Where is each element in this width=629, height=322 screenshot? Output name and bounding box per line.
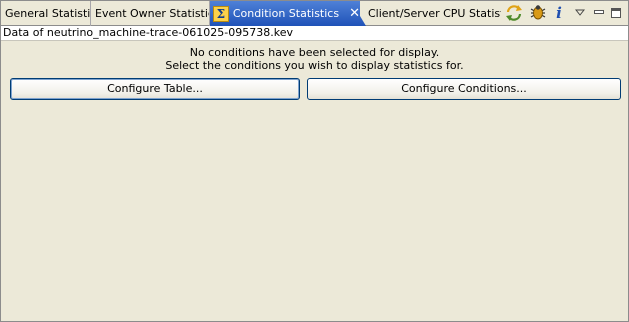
sigma-icon: Σ — [213, 5, 229, 22]
minimize-icon[interactable] — [592, 3, 606, 23]
tab-label: General Statistics — [5, 7, 91, 20]
info-icon[interactable]: i — [551, 3, 567, 23]
empty-message-line-2: Select the conditions you wish to displa… — [165, 59, 464, 72]
tab-strip: General Statistics Event Owner Statistic… — [1, 1, 628, 26]
tab-general-statistics[interactable]: General Statistics — [1, 1, 91, 26]
configure-conditions-button[interactable]: Configure Conditions... — [307, 78, 621, 100]
empty-message-line-1: No conditions have been selected for dis… — [189, 46, 440, 59]
tab-client-server-cpu-statistics[interactable]: Client/Server CPU Statistics — [363, 1, 501, 26]
statistics-content: No conditions have been selected for dis… — [1, 41, 628, 321]
sync-icon[interactable] — [503, 3, 525, 23]
view-menu-icon[interactable] — [573, 3, 587, 23]
bug-icon[interactable] — [527, 3, 549, 23]
tab-label: Condition Statistics — [232, 7, 340, 20]
tab-label: Client/Server CPU Statistics — [368, 7, 501, 20]
tab-label: Event Owner Statistics — [95, 7, 210, 20]
close-icon[interactable]: ✕ — [349, 6, 360, 21]
trace-source-label: Data of neutrino_machine-trace-061025-09… — [1, 26, 628, 41]
configure-table-button[interactable]: Configure Table... — [10, 78, 300, 100]
maximize-icon[interactable] — [609, 3, 623, 23]
tab-event-owner-statistics[interactable]: Event Owner Statistics — [91, 1, 210, 26]
statistics-view: General Statistics Event Owner Statistic… — [0, 0, 629, 322]
tab-condition-statistics[interactable]: Σ Condition Statistics ✕ — [210, 1, 360, 26]
